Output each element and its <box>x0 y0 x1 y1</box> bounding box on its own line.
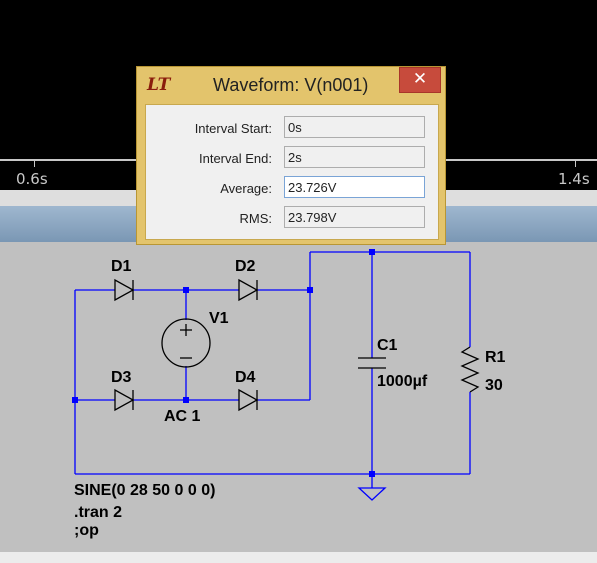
rms-label: RMS: <box>239 211 273 226</box>
r1-label[interactable]: R1 <box>485 349 505 367</box>
d2-label[interactable]: D2 <box>235 258 255 276</box>
diode-d4-symbol <box>238 388 259 412</box>
c1-label[interactable]: C1 <box>377 337 397 355</box>
wires <box>74 251 471 488</box>
ltspice-logo-icon: LT <box>147 75 171 95</box>
average-field[interactable] <box>284 176 425 198</box>
interval-end-field[interactable] <box>284 146 425 168</box>
d3-label[interactable]: D3 <box>111 369 131 387</box>
diode-d1-symbol <box>114 278 135 302</box>
d4-label[interactable]: D4 <box>235 369 255 387</box>
rms-field[interactable] <box>284 206 425 228</box>
axis-tick <box>575 161 576 167</box>
dialog-title-bar[interactable]: LT Waveform: V(n001) ✕ <box>137 67 445 101</box>
sine-directive[interactable]: SINE(0 28 50 0 0 0) <box>74 482 215 500</box>
interval-end-label: Interval End: <box>199 151 272 166</box>
r1-value[interactable]: 30 <box>485 377 503 395</box>
tran-directive[interactable]: .tran 2 <box>74 504 122 522</box>
waveform-dialog[interactable]: LT Waveform: V(n001) ✕ Interval Start: I… <box>136 66 446 245</box>
schematic-pane[interactable]: D1 D2 D3 D4 V1 AC 1 C1 1000µf R1 30 SINE… <box>0 242 597 553</box>
op-directive[interactable]: ;op <box>74 522 99 540</box>
v1-value[interactable]: AC 1 <box>164 408 200 426</box>
axis-tick-label: 1.4s <box>558 170 590 188</box>
axis-tick-label: 0.6s <box>16 170 48 188</box>
diode-d3-symbol <box>114 388 135 412</box>
dialog-title: Waveform: V(n001) <box>213 75 369 95</box>
v1-label[interactable]: V1 <box>209 310 229 328</box>
interval-start-label: Interval Start: <box>194 121 272 136</box>
dialog-body: Interval Start: Interval End: Average: R… <box>145 104 439 240</box>
ground-symbol <box>357 487 387 501</box>
interval-start-field[interactable] <box>284 116 425 138</box>
status-strip <box>0 552 597 563</box>
resistor-symbol <box>460 346 480 393</box>
d1-label[interactable]: D1 <box>111 258 131 276</box>
close-button[interactable]: ✕ <box>399 67 441 93</box>
axis-tick <box>34 161 35 167</box>
diode-d2-symbol <box>238 278 259 302</box>
average-label: Average: <box>220 181 272 196</box>
junction-dots <box>72 249 375 477</box>
c1-value[interactable]: 1000µf <box>377 373 427 391</box>
